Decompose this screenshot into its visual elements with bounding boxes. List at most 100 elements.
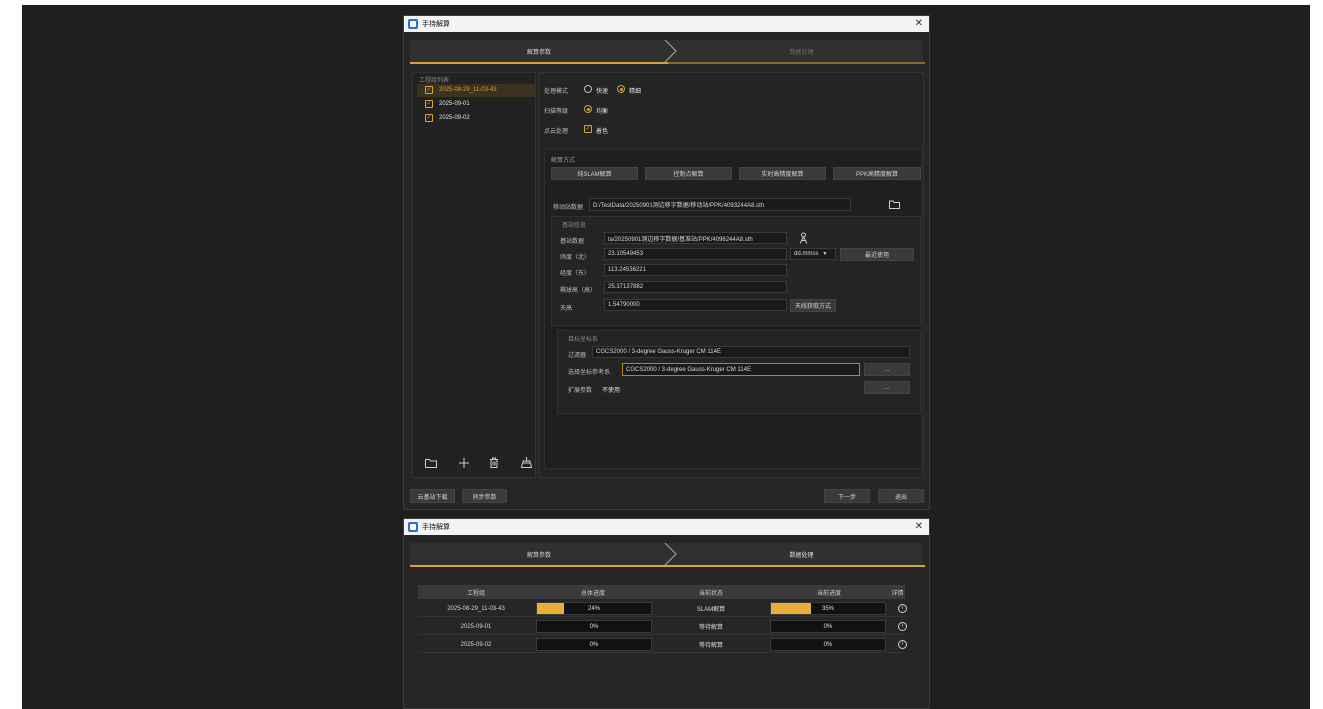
base-data-field[interactable]: ta/20250901测边移字数据/基准站/PPK/4096244A8.sth	[604, 232, 787, 244]
close-button[interactable]: ✕	[915, 521, 923, 533]
step-data-processing[interactable]: 数据处理	[678, 40, 925, 62]
folder-icon[interactable]	[889, 200, 900, 209]
step-bar: 解算参数 数据处理	[410, 543, 925, 567]
info-icon[interactable]: i	[898, 604, 907, 613]
progress-text: 0%	[823, 641, 833, 648]
header-details: 详情	[891, 590, 904, 597]
step-label: 数据处理	[789, 49, 814, 56]
exit-button[interactable]: 退出	[878, 489, 924, 503]
cloud-base-download-button[interactable]: 云基站下载	[410, 489, 455, 503]
ellipsoid-height-value: 25.37137882	[608, 284, 644, 290]
solve-method-title: 解算方式	[551, 158, 576, 164]
project-name: 2025-09-01	[460, 623, 492, 630]
step-label: 数据处理	[789, 552, 814, 559]
project-list-title: 工程组列表	[419, 78, 450, 84]
crs-select-field[interactable]: CGCS2000 / 3-degree Gauss-Kruger CM 114E	[622, 363, 860, 376]
data-processing-window: 手持解算 ✕ 解算参数 数据处理 工程组 总体进度 当前状态 当前进度 详情 2…	[403, 518, 930, 709]
info-icon[interactable]: i	[898, 640, 907, 649]
clean-icon[interactable]	[521, 457, 532, 468]
step-solve-params[interactable]: 解算参数	[410, 543, 668, 565]
progress-text: 0%	[589, 623, 599, 630]
mobile-data-field[interactable]: D:/TestData/20250901测边移字数据/移动站/PPK/40932…	[589, 198, 851, 211]
button-label: ...	[884, 366, 890, 373]
sync-params-button[interactable]: 同步参数	[462, 489, 507, 503]
crs-filter-field[interactable]: CGCS2000 / 3-degree Gauss-Kruger CM 114E	[592, 346, 910, 358]
crs-select-button[interactable]: ...	[864, 363, 910, 376]
step-label: 解算参数	[526, 552, 551, 559]
base-station-icon[interactable]	[798, 232, 809, 244]
ellipsoid-height-field[interactable]: 25.37137882	[604, 281, 787, 293]
base-info-group: 基站信息 基站数据 ta/20250901测边移字数据/基准站/PPK/4096…	[551, 216, 921, 326]
window-title: 手持解算	[422, 21, 450, 28]
control-point-button[interactable]: 控制点解算	[645, 167, 732, 180]
solve-params-window: 手持解算 ✕ 解算参数 数据处理 工程组列表 ✓ 2025-08-29_11-0…	[403, 15, 930, 510]
antenna-height-value: 1.54790000	[608, 302, 640, 308]
coordinate-format-value: dd.mmss	[794, 251, 819, 257]
recent-use-button[interactable]: 最近使用	[840, 248, 914, 261]
ext-params-button[interactable]: ...	[864, 381, 910, 394]
project-checkbox[interactable]: ✓	[425, 100, 433, 108]
pointcloud-label: 点云处理	[544, 129, 569, 135]
color-label: 着色	[596, 129, 609, 135]
add-icon[interactable]	[459, 458, 469, 468]
app-icon	[408, 19, 418, 29]
antenna-method-button[interactable]: 天线获取方式	[790, 299, 836, 312]
header-total-progress: 总体进度	[580, 590, 605, 597]
step-data-processing[interactable]: 数据处理	[678, 543, 925, 565]
progress-text: 0%	[823, 623, 833, 630]
scan-balanced-label: 均衡	[596, 109, 609, 115]
coordinate-format-select[interactable]: dd.mmss ▼	[790, 248, 836, 260]
crs-filter-value: CGCS2000 / 3-degree Gauss-Kruger CM 114E	[596, 349, 721, 355]
latitude-field[interactable]: 23.10549453	[604, 248, 787, 260]
project-name: 2025-09-01	[439, 101, 470, 107]
step-label: 解算参数	[526, 49, 551, 56]
button-label: 同步参数	[472, 494, 497, 501]
current-progress-bar: 0%	[770, 638, 886, 651]
table-row[interactable]: 2025-08-29_11-03-43 24% SLAM解算 35% i	[418, 600, 907, 617]
title-bar: 手持解算 ✕	[404, 16, 929, 32]
project-checkbox[interactable]: ✓	[425, 114, 433, 122]
chevron-down-icon: ▼	[822, 251, 828, 257]
next-step-button[interactable]: 下一步	[824, 489, 870, 503]
fine-mode-radio[interactable]	[617, 85, 625, 93]
button-label: 控制点解算	[673, 172, 704, 178]
target-crs-title: 目标坐标系	[568, 337, 599, 343]
close-button[interactable]: ✕	[915, 18, 923, 30]
window-title: 手持解算	[422, 524, 450, 531]
rtk-button[interactable]: 实时高精度解算	[739, 167, 826, 180]
folder-icon[interactable]	[425, 458, 437, 468]
fast-mode-radio[interactable]	[584, 85, 592, 93]
status-text: 等待解算	[698, 643, 723, 649]
project-item[interactable]: ✓ 2025-09-02	[417, 112, 535, 125]
project-list-panel: 工程组列表 ✓ 2025-08-29_11-03-43 ✓ 2025-09-01…	[412, 72, 536, 478]
pure-slam-button[interactable]: 纯SLAM解算	[551, 167, 638, 180]
latitude-label: 纬度（北）	[560, 255, 591, 261]
solve-method-group: 解算方式 纯SLAM解算 控制点解算 实时高精度解算 PPK高精度解算 移动站数…	[544, 149, 922, 469]
project-name: 2025-08-29_11-03-43	[439, 87, 497, 93]
step-solve-params[interactable]: 解算参数	[410, 40, 668, 62]
scan-balanced-radio[interactable]	[584, 105, 592, 113]
fine-mode-label: 精细	[629, 89, 642, 95]
button-label: 实时高精度解算	[761, 172, 804, 178]
ppk-button[interactable]: PPK高精度解算	[833, 167, 921, 180]
info-icon[interactable]: i	[898, 622, 907, 631]
project-checkbox[interactable]: ✓	[425, 86, 433, 94]
params-panel: 处理模式 快速 精细 扫描等级 均衡 点云处理 ✓ 着色 解算方式 纯SLAM解…	[539, 72, 924, 478]
app-icon	[408, 522, 418, 532]
color-checkbox[interactable]: ✓	[584, 125, 592, 133]
button-label: 天线获取方式	[794, 304, 831, 310]
table-row[interactable]: 2025-09-02 0% 等待解算 0% i	[418, 636, 907, 653]
total-progress-bar: 24%	[536, 602, 652, 615]
header-project: 工程组	[466, 590, 485, 597]
button-label: 下一步	[837, 494, 856, 501]
project-item[interactable]: ✓ 2025-08-29_11-03-43	[417, 84, 535, 97]
trash-icon[interactable]	[489, 457, 499, 468]
table-row[interactable]: 2025-09-01 0% 等待解算 0% i	[418, 618, 907, 635]
project-item[interactable]: ✓ 2025-09-01	[417, 98, 535, 111]
target-crs-group: 目标坐标系 过滤器 CGCS2000 / 3-degree Gauss-Krug…	[557, 330, 921, 414]
antenna-height-field[interactable]: 1.54790000	[604, 299, 787, 311]
step-progress-underline	[410, 565, 925, 567]
status-text: 等待解算	[698, 625, 723, 631]
longitude-field[interactable]: 113.24536221	[604, 264, 787, 276]
button-label: 最近使用	[864, 253, 889, 259]
